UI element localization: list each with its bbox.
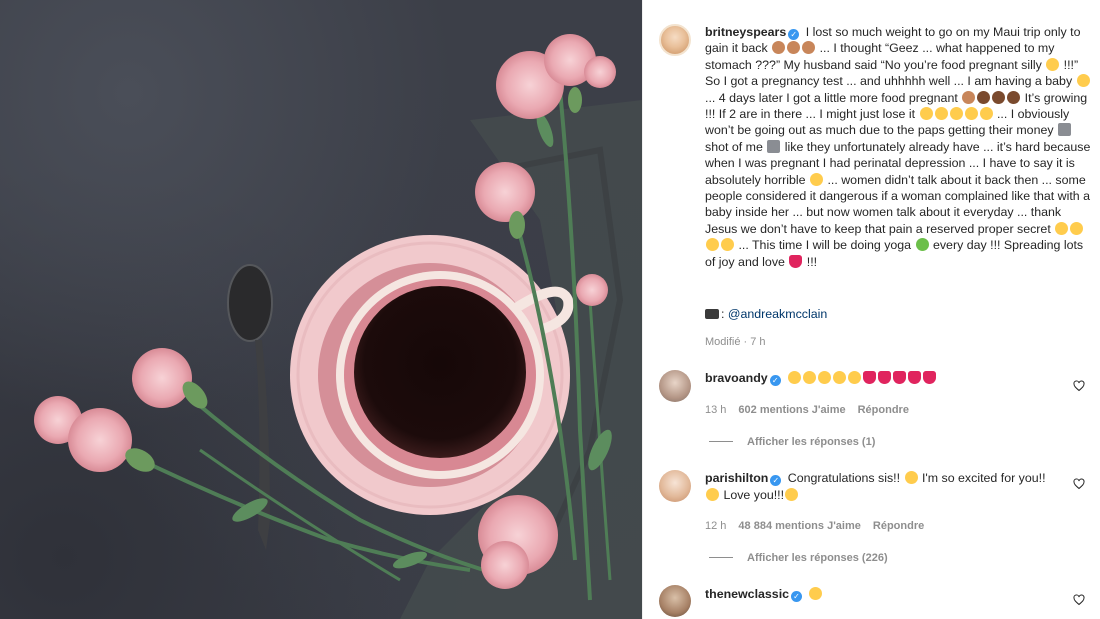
emoji-heart-icon [878,371,892,384]
comment-body: I'm so excited for you!! [918,471,1046,485]
caption-text: shot of me [705,139,767,154]
emoji-grin-icon [1070,221,1084,235]
comment-text: bravoandy ✓ [705,370,1055,387]
emoji-heart-icon [908,371,922,384]
emoji-heart-icon [923,371,937,384]
emoji-heart-icon [863,371,877,384]
comment-username[interactable]: bravoandy [705,371,768,385]
comment-likes[interactable]: 48 884 mentions J'aime [738,520,860,532]
comment-username[interactable]: parishilton [705,471,768,485]
emoji-yoga-icon [915,238,929,252]
emoji-camera-icon [767,139,781,153]
emoji-smiling-hearts-icon [785,488,799,501]
verified-badge-icon: ✓ [770,475,782,486]
comment-meta: 12 h 48 884 mentions J'aime Répondre [705,520,936,532]
emoji-smiling-hearts-icon [904,471,918,484]
divider-line [709,441,733,442]
post-modified-time: Modifié · 7 h [705,336,766,348]
post-username[interactable]: britneyspears [705,25,786,39]
photo-credit: : @andreakmcclain [705,307,827,321]
verified-badge-icon: ✓ [791,591,803,602]
post-detail-panel: britneyspears ✓ I lost so much weight to … [642,0,1100,619]
comment-username[interactable]: thenewclassic [705,587,789,601]
emoji-grin-icon [934,107,948,121]
emoji-woman-icon [772,41,786,55]
avatar[interactable] [659,24,691,56]
divider-line [709,557,733,558]
emoji-baby-icon [1076,74,1090,88]
credit-prefix: : [721,307,728,321]
verified-badge-icon: ✓ [769,375,781,386]
emoji-person-icon [962,90,976,104]
comment-body: Love you!!! [720,488,785,502]
view-replies-button[interactable]: Afficher les réponses (1) [709,436,875,448]
comment-body: Congratulations sis!! [784,471,904,485]
emoji-grin-icon [706,238,719,252]
credit-link[interactable]: @andreakmcclain [728,307,827,321]
emoji-person-icon [977,90,991,104]
emoji-clap-icon [803,371,817,384]
emoji-woman-icon [787,41,801,55]
emoji-clap-icon [788,371,802,384]
post-caption: britneyspears ✓ I lost so much weight to … [705,24,1091,270]
emoji-grin-icon [979,107,993,121]
comment-time[interactable]: 12 h [705,520,726,532]
comment-text: thenewclassic ✓ [705,586,1055,603]
emoji-woman-icon [802,41,816,55]
post-photo [0,0,642,619]
view-replies-label: Afficher les réponses (226) [747,552,888,564]
emoji-clap-icon [833,371,847,384]
view-replies-button[interactable]: Afficher les réponses (226) [709,552,888,564]
emoji-smiling-hearts-icon [809,587,823,600]
caption-text: ... This time I will be doing yoga [735,238,915,253]
emoji-sad-face-icon [1055,221,1069,235]
reply-button[interactable]: Répondre [873,520,924,532]
emoji-grin-icon [919,107,933,121]
verified-badge-icon: ✓ [788,29,800,40]
avatar[interactable] [659,470,691,502]
comment-time[interactable]: 13 h [705,404,726,416]
heart-outline-icon[interactable] [1073,478,1085,490]
emoji-face-icon [810,172,824,186]
heart-outline-icon[interactable] [1073,380,1085,392]
emoji-zany-face-icon [1046,57,1060,71]
reply-button[interactable]: Répondre [858,404,909,416]
emoji-person-icon [1007,90,1021,104]
emoji-heart-eyes-icon [706,488,719,501]
heart-outline-icon[interactable] [1073,594,1085,606]
emoji-grin-icon [964,107,978,121]
emoji-grin-icon [721,238,734,252]
emoji-money-icon [1057,123,1071,137]
caption-text: ... 4 days later I got a little more foo… [705,90,962,105]
avatar[interactable] [659,585,691,617]
coffee-flowers-illustration [34,34,642,619]
emoji-heart-icon [893,371,907,384]
comment-likes[interactable]: 602 mentions J'aime [738,404,845,416]
caption-text: !!! [803,254,818,269]
emoji-clap-icon [848,371,862,384]
comment-text: parishilton ✓ Congratulations sis!! I'm s… [705,470,1055,504]
emoji-person-icon [992,90,1006,104]
emoji-clap-icon [818,371,832,384]
comment-meta: 13 h 602 mentions J'aime Répondre [705,404,921,416]
emoji-grin-icon [949,107,963,121]
emoji-heart-icon [789,254,803,268]
camera-icon [705,309,719,319]
view-replies-label: Afficher les réponses (1) [747,436,876,448]
avatar[interactable] [659,370,691,402]
